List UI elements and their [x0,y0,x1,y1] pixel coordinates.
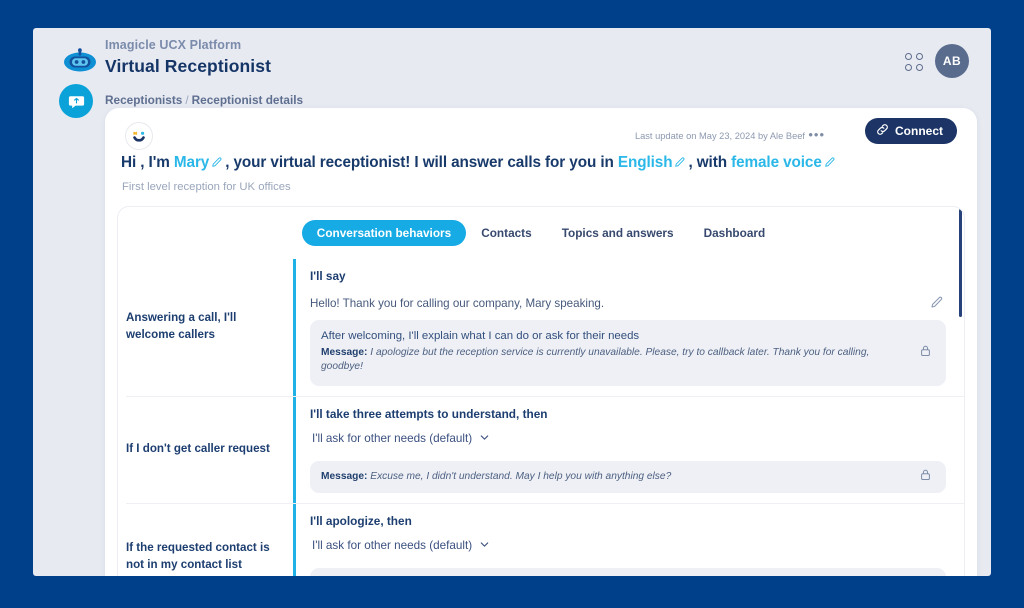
breadcrumb-current: Receptionist details [191,93,304,107]
card-header: Last update on May 23, 2024 by Ale Beef … [105,108,977,206]
message-line: Message: I apologize but the reception s… [321,346,908,375]
connect-button[interactable]: Connect [865,118,957,144]
link-icon [876,123,889,139]
headline-part1: Hi , I'm [121,154,170,171]
behavior-select[interactable]: I'll ask for other needs (default) [310,423,946,455]
tab-contacts[interactable]: Contacts [466,220,546,246]
tab-bar: Conversation behaviors Contacts Topics a… [118,207,964,259]
winking-smiley-icon [125,122,153,150]
app-header: Imagicle UCX Platform Virtual Receptioni… [33,28,991,118]
scrollbar[interactable] [956,207,964,576]
chevron-down-icon [479,432,490,446]
receptionist-name[interactable]: Mary [174,154,209,171]
row-label: If the requested contact is not in my co… [126,541,270,571]
voice-value[interactable]: female voice [731,154,822,171]
pencil-icon[interactable] [930,295,944,314]
bot-icon [63,45,97,79]
headline: Hi , I'm Mary , your virtual receptionist… [121,154,838,173]
message-line: Message: Excuse me, I didn't understand.… [321,470,908,484]
breadcrumb-root[interactable]: Receptionists [105,93,182,107]
more-options-button[interactable]: ••• [808,128,825,142]
browser-frame: Imagicle UCX Platform Virtual Receptioni… [0,0,1024,608]
row-body: I'll say Hello! Thank you for calling ou… [293,259,964,396]
brand-subtitle: Imagicle UCX Platform [105,38,242,52]
chevron-down-icon [479,539,490,553]
row-body: I'll take three attempts to understand, … [293,396,964,503]
message-prefix: Message: [321,347,368,358]
headline-part3: , with [688,154,727,171]
behavior-select[interactable]: I'll ask for other needs (default) [310,530,946,562]
behavior-select-value: I'll ask for other needs (default) [312,432,473,446]
row-body: I'll apologize, then I'll ask for other … [293,503,964,576]
lock-icon [919,468,932,486]
tab-conversation-behaviors[interactable]: Conversation behaviors [301,220,467,246]
table-row: If I don't get caller request I'll take … [118,396,964,503]
lock-icon [919,344,932,362]
behaviors-panel: Conversation behaviors Contacts Topics a… [117,206,965,576]
message-box[interactable]: Message: I'm sorry, I couldn't find the … [310,567,946,576]
greeting-text: Hello! Thank you for calling our company… [310,297,605,310]
card-subtitle: First level reception for UK offices [122,181,291,193]
app-window: Imagicle UCX Platform Virtual Receptioni… [33,28,991,576]
receptionist-card: Last update on May 23, 2024 by Ale Beef … [105,108,977,576]
page-title: Virtual Receptionist [105,56,272,76]
message-text: I apologize but the reception service is… [321,347,870,373]
breadcrumb: Receptionists / Receptionist details [105,93,303,107]
lock-icon [919,575,932,576]
apps-grid-icon[interactable] [905,53,923,71]
tab-topics-and-answers[interactable]: Topics and answers [547,220,689,246]
avatar[interactable]: AB [935,44,969,78]
table-row: Answering a call, I'll welcome callers I… [118,259,964,396]
row-title: I'll take three attempts to understand, … [310,406,548,421]
row-title: I'll say [310,269,346,283]
breadcrumb-separator: / [185,93,189,107]
row-label: If I don't get caller request [126,442,270,456]
behavior-rows: Answering a call, I'll welcome callers I… [118,259,964,576]
row-label: Answering a call, I'll welcome callers [126,311,237,342]
headline-part2: , your virtual receptionist! I will answ… [225,154,614,171]
tab-dashboard[interactable]: Dashboard [689,220,781,246]
pencil-icon[interactable] [674,155,686,173]
connect-button-label: Connect [895,124,943,138]
language-value[interactable]: English [618,154,673,171]
table-row: If the requested contact is not in my co… [118,503,964,576]
row-title: I'll apologize, then [310,513,412,528]
pencil-icon[interactable] [824,155,836,173]
behavior-select-value: I'll ask for other needs (default) [312,539,473,553]
message-heading: After welcoming, I'll explain what I can… [321,330,640,342]
message-text: Excuse me, I didn't understand. May I he… [370,470,672,482]
chat-icon [59,84,93,118]
scrollbar-thumb[interactable] [959,209,962,317]
message-prefix: Message: [321,470,368,482]
pencil-icon[interactable] [211,155,223,173]
last-update-text: Last update on May 23, 2024 by Ale Beef [634,131,805,141]
message-box[interactable]: After welcoming, I'll explain what I can… [310,320,946,386]
message-box[interactable]: Message: Excuse me, I didn't understand.… [310,460,946,493]
